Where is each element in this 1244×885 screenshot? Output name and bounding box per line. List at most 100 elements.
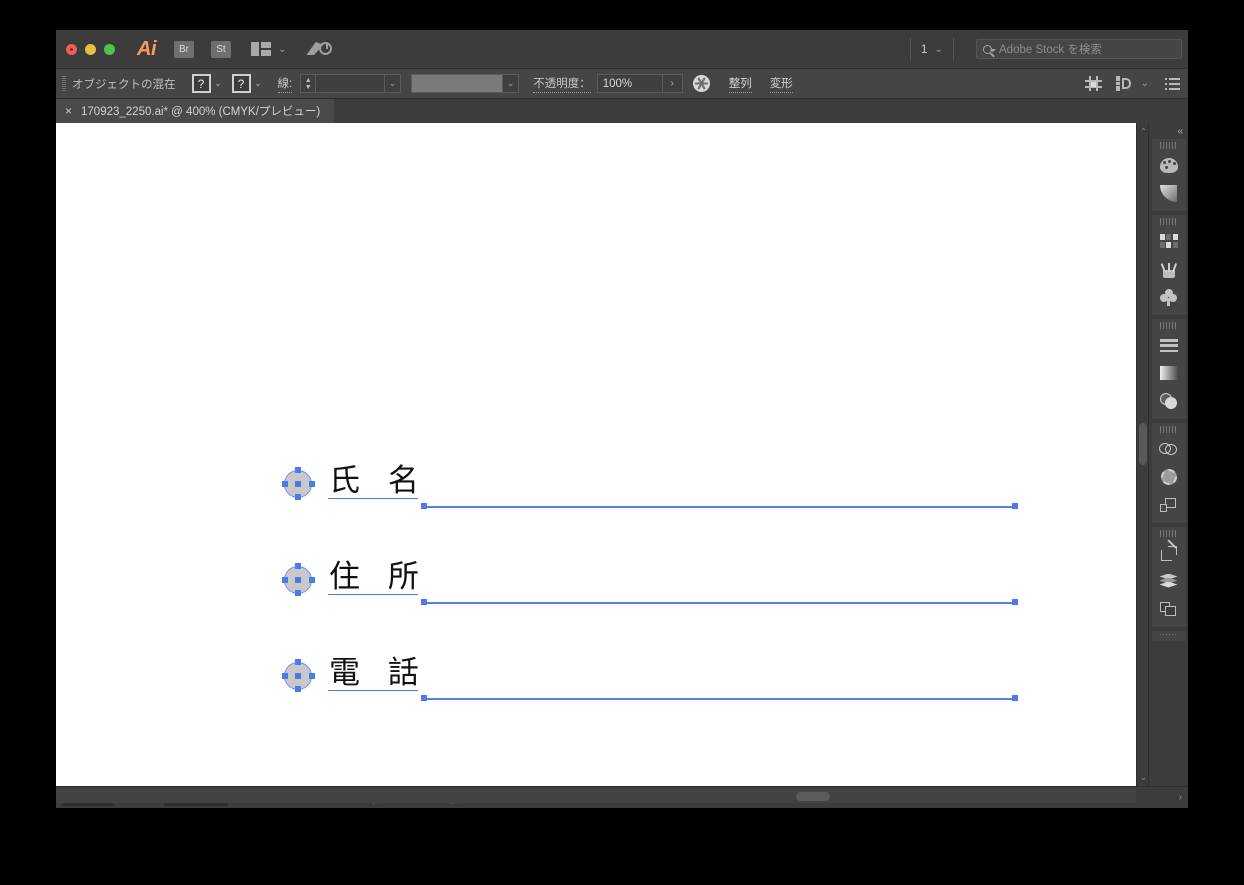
stroke-weight-stepper[interactable]: ▲ ▼ [300,74,316,93]
opacity-options-button[interactable]: › [662,74,683,93]
arrange-documents-icon[interactable] [251,42,271,56]
anchor-point-bottom[interactable] [295,686,301,692]
text-baseline-path[interactable] [328,690,418,691]
anchor-point-right[interactable] [309,673,315,679]
dock-group [1151,139,1186,211]
stroke-panel-icon[interactable] [1155,331,1183,359]
align-panel-icon[interactable] [1155,491,1183,519]
workspace-chevron-down-icon[interactable]: ⌄ [935,44,943,55]
fill-swatch-group: ? ⌄ [191,74,226,93]
minimize-window-button[interactable] [85,43,96,55]
collapse-panels-button[interactable]: « [1149,123,1188,139]
appearance-panel-icon[interactable] [1155,463,1183,491]
artboards-panel-icon[interactable] [1155,595,1183,623]
workspace-switcher-label[interactable]: 1 [921,42,928,56]
width-profile-chevron-down-icon[interactable]: ⌄ [503,74,520,93]
brushes-panel-icon[interactable] [1155,255,1183,283]
dock-group-grip[interactable] [1159,634,1178,635]
maximize-window-button[interactable] [104,43,115,55]
creative-cloud-icon[interactable] [306,40,333,58]
anchor-point-bottom[interactable] [295,494,301,500]
title-bar-right: 1 ⌄ Adobe Stock を検索 [900,30,1188,68]
recolor-artwork-icon[interactable] [692,75,710,92]
gradient-panel-icon[interactable] [1155,359,1183,387]
status-bar-right: › [1179,792,1188,803]
rule-line-path[interactable] [423,602,1016,604]
stroke-chevron-down-icon[interactable]: ⌄ [251,74,266,93]
stroke-weight-input[interactable] [315,74,386,93]
horizontal-scroll-thumb[interactable] [796,792,830,801]
selection-type-label: オブジェクトの混在 [72,78,176,91]
dock-group [1151,423,1186,523]
document-tab[interactable]: × 170923_2250.ai* @ 400% (CMYK/プレビュー) [56,99,335,123]
anchor-point-top[interactable] [295,563,301,569]
width-profile-swatch[interactable] [411,74,504,93]
dock-group-grip[interactable] [1159,426,1178,433]
transform-link[interactable]: 変形 [769,75,793,93]
close-window-button[interactable] [66,43,77,55]
canvas-vertical-scrollbar[interactable]: ⌃ ⌄ [1136,123,1148,786]
anchor-point-center[interactable] [295,481,301,487]
stock-search-input[interactable]: Adobe Stock を検索 [976,39,1182,59]
anchor-point-left[interactable] [282,481,288,487]
anchor-point-right[interactable] [309,577,315,583]
title-bar: Ai Br St ⌄ 1 ⌄ Adobe Stock を検索 [56,30,1188,68]
anchor-point-center[interactable] [295,577,301,583]
document-setup-chevron-down-icon[interactable]: ⌄ [1141,78,1149,89]
stock-button[interactable]: St [211,40,231,58]
dock-group-grip[interactable] [1159,218,1178,225]
artboard-canvas[interactable]: 氏 名 住 所 電 話 [56,123,1136,786]
text-label[interactable]: 氏 名 [329,466,428,497]
arrange-chevron-down-icon[interactable]: ⌄ [278,44,286,55]
opacity-input[interactable]: 100% [596,74,663,93]
vertical-scroll-thumb[interactable] [1139,423,1147,465]
layers-panel-icon[interactable] [1155,567,1183,595]
line-anchor-end[interactable] [1012,695,1018,701]
close-icon[interactable]: × [65,105,72,117]
bridge-button[interactable]: Br [174,40,194,58]
scroll-up-icon[interactable]: ⌃ [1140,127,1147,136]
stroke-swatch[interactable]: ? [231,74,251,93]
anchor-point-left[interactable] [282,673,288,679]
pathfinder-panel-icon[interactable] [1155,435,1183,463]
horizontal-scrollbar[interactable] [56,789,1136,803]
panel-menu-icon[interactable] [1165,77,1180,90]
line-anchor-end[interactable] [1012,599,1018,605]
text-label[interactable]: 住 所 [329,562,428,593]
main-area: 氏 名 住 所 電 話 ⌃ ⌄ « [56,123,1188,786]
scroll-right-icon[interactable]: › [1179,792,1182,803]
color-guide-panel-icon[interactable] [1155,179,1183,207]
anchor-point-right[interactable] [309,481,315,487]
color-panel-icon[interactable] [1155,151,1183,179]
swatches-panel-icon[interactable] [1155,227,1183,255]
control-bar-right: ⌄ [1084,76,1188,91]
align-icon[interactable] [1084,76,1102,91]
fill-swatch[interactable]: ? [191,74,211,93]
transparency-panel-icon[interactable] [1155,387,1183,415]
window-controls [56,43,115,55]
anchor-point-bottom[interactable] [295,590,301,596]
control-bar-grip[interactable] [62,75,66,92]
anchor-point-top[interactable] [295,659,301,665]
text-baseline-path[interactable] [328,594,418,595]
dock-group [1151,631,1186,641]
rule-line-path[interactable] [423,698,1016,700]
dock-group-grip[interactable] [1159,530,1178,537]
line-anchor-end[interactable] [1012,503,1018,509]
dock-group-grip[interactable] [1159,142,1178,149]
scroll-down-icon[interactable]: ⌄ [1140,773,1147,782]
stroke-weight-chevron-down-icon[interactable]: ⌄ [385,74,402,93]
anchor-point-left[interactable] [282,577,288,583]
rule-line-path[interactable] [423,506,1016,508]
asset-export-panel-icon[interactable] [1155,538,1183,567]
symbols-panel-icon[interactable] [1155,283,1183,311]
dock-group-grip[interactable] [1159,322,1178,329]
document-setup-icon[interactable] [1115,76,1132,91]
anchor-point-center[interactable] [295,673,301,679]
align-link[interactable]: 整列 [728,75,752,93]
fill-chevron-down-icon[interactable]: ⌄ [211,74,226,93]
anchor-point-top[interactable] [295,467,301,473]
stroke-weight-label: 線: [277,75,293,93]
text-baseline-path[interactable] [328,498,418,499]
text-label[interactable]: 電 話 [329,658,428,689]
